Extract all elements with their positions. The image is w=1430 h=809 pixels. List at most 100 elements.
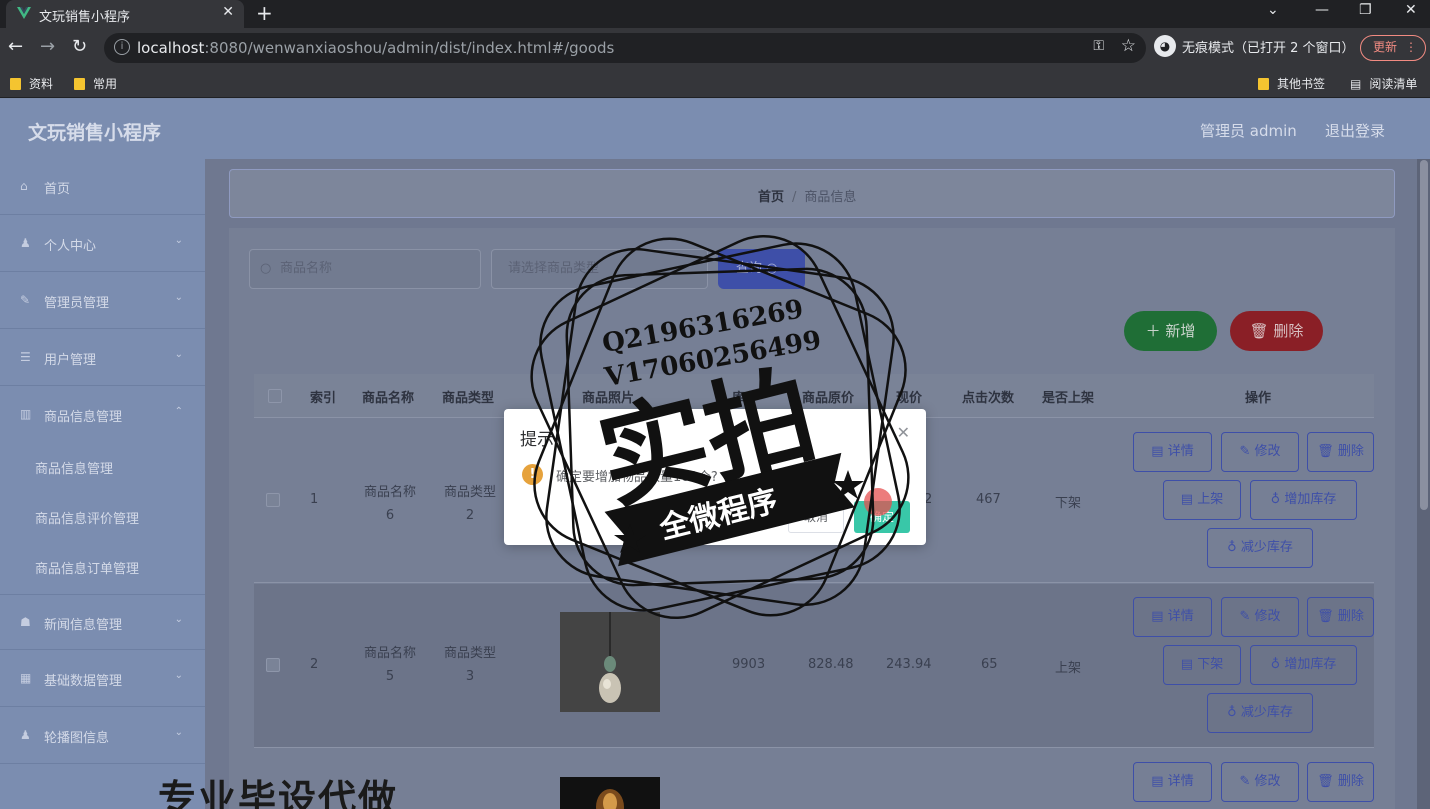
update-button[interactable]: 更新 ⋮ (1360, 35, 1426, 61)
edit-button[interactable]: ✎ 修改 (1221, 597, 1299, 637)
query-button[interactable]: 查询 ○ (718, 249, 805, 289)
sidebar-item-news[interactable]: ☗ 新闻信息管理 ⌄ (0, 594, 205, 650)
reduce-stock-button[interactable]: ♁ 减少库存 (1207, 528, 1313, 568)
product-photo[interactable] (560, 777, 660, 809)
detail-button[interactable]: ▤ 详情 (1133, 432, 1212, 472)
cell-type: 商品类型 2 (443, 485, 496, 523)
forward-icon[interactable]: → (40, 36, 55, 57)
type-select[interactable]: 请选择商品类型 (491, 249, 708, 289)
search-icon: ○ (766, 261, 778, 276)
back-icon[interactable]: ← (8, 36, 23, 57)
reading-list[interactable]: ▤ 阅读清单 (1350, 75, 1417, 92)
grid-icon: ▦ (20, 671, 32, 685)
sidebar-item-profile[interactable]: ♟ 个人中心 ⌄ (0, 216, 205, 272)
sidebar-item-home[interactable]: ⌂ 首页 (0, 159, 205, 215)
col-photo: 商品照片 (582, 391, 635, 406)
detail-button[interactable]: ▤ 详情 (1133, 762, 1212, 802)
bulb-icon: ♁ (1227, 705, 1237, 720)
warning-icon: ! (522, 464, 543, 485)
col-actions: 操作 (1245, 391, 1272, 406)
sidebar-item-admins[interactable]: ✎ 管理员管理 ⌄ (0, 273, 205, 329)
edit-icon: ✎ (1239, 609, 1251, 624)
add-button[interactable]: ＋ 新增 (1124, 311, 1217, 351)
window-close-icon[interactable]: ✕ (1405, 2, 1417, 18)
dialog-cancel-button[interactable]: 取消 (788, 501, 844, 533)
cell-stock: 9903 (732, 657, 766, 672)
row-checkbox[interactable] (266, 493, 280, 507)
document-icon: ▤ (1180, 492, 1194, 507)
chart-icon: ▥ (20, 407, 32, 421)
col-name: 商品名称 (362, 391, 415, 406)
detail-button[interactable]: ▤ 详情 (1133, 597, 1212, 637)
reduce-stock-button[interactable]: ♁ 减少库存 (1207, 693, 1313, 733)
maximize-icon[interactable]: ❐ (1359, 2, 1372, 18)
new-tab-icon[interactable]: + (256, 1, 273, 25)
toggle-shelf-button[interactable]: ▤ 下架 (1163, 645, 1241, 685)
edit-button[interactable]: ✎ 修改 (1221, 762, 1299, 802)
site-info-icon[interactable]: i (114, 39, 130, 55)
page-scrollbar-thumb[interactable] (1420, 160, 1428, 510)
search-name-input[interactable]: ○ 商品名称 (249, 249, 481, 289)
select-all-checkbox[interactable] (268, 389, 282, 403)
delete-button[interactable]: 🗑 删除 (1307, 597, 1374, 637)
edit-button[interactable]: ✎ 修改 (1221, 432, 1299, 472)
add-stock-button[interactable]: ♁ 增加库存 (1250, 645, 1357, 685)
folder-icon (1258, 78, 1269, 90)
document-icon: ▤ (1151, 774, 1164, 789)
breadcrumb-current: 商品信息 (804, 190, 857, 205)
dialog-message: 确定要增加物品数量100个? (556, 470, 718, 485)
sidebar-item-users[interactable]: ☰ 用户管理 ⌄ (0, 330, 205, 386)
batch-delete-button[interactable]: 🗑 删除 (1230, 311, 1323, 351)
list-icon: ☰ (20, 350, 31, 364)
bottom-banner-text: 专业毕设代做 (158, 777, 399, 809)
app-title: 文玩销售小程序 (28, 122, 162, 144)
sidebar-item-basedata[interactable]: ▦ 基础数据管理 ⌄ (0, 651, 205, 707)
search-icon: ○ (260, 261, 272, 276)
sidebar-item-carousel[interactable]: ♟ 轮播图信息 ⌄ (0, 708, 205, 764)
menu-dots-icon: ⋮ (1405, 40, 1417, 54)
password-key-icon[interactable]: ⚿ (1093, 38, 1104, 54)
browser-tab-bar: 文玩销售小程序 ✕ + ⌄ — ❐ ✕ (0, 0, 1430, 28)
url-bar[interactable]: i localhost:8080/wenwanxiaoshou/admin/di… (104, 33, 1146, 63)
document-icon: ▤ (1151, 609, 1164, 624)
col-stock: 库存 (732, 391, 759, 406)
product-photo[interactable] (560, 612, 660, 712)
row-checkbox[interactable] (266, 658, 280, 672)
bookmark-star-icon[interactable]: ☆ (1121, 36, 1136, 56)
bookmark-folder[interactable]: 常用 (74, 75, 117, 92)
sidebar-item-goods[interactable]: ▥ 商品信息管理 ⌃ (0, 387, 205, 443)
col-price: 现价 (896, 391, 923, 406)
dialog-close-icon[interactable]: ✕ (897, 423, 910, 442)
cell-price: 243.94 (886, 657, 932, 672)
delete-button[interactable]: 🗑 删除 (1307, 432, 1374, 472)
cell-clicks: 65 (981, 657, 998, 672)
browser-tab[interactable]: 文玩销售小程序 ✕ (6, 0, 244, 28)
tab-search-icon[interactable]: ⌄ (1267, 2, 1279, 18)
bookmark-folder[interactable]: 资料 (10, 75, 53, 92)
reload-icon[interactable]: ↻ (72, 36, 87, 57)
tab-title: 文玩销售小程序 (39, 10, 131, 25)
minimize-icon[interactable]: — (1315, 2, 1329, 18)
bulb-icon: ♁ (1270, 657, 1281, 672)
cell-index: 2 (310, 657, 319, 672)
add-stock-button[interactable]: ♁ 增加库存 (1250, 480, 1357, 520)
sidebar-subitem-reviews[interactable]: 商品信息评价管理 (35, 508, 139, 527)
bookmark-folder-other[interactable]: 其他书签 (1258, 75, 1325, 92)
bookmarks-bar: 资料 常用 其他书签 ▤ 阅读清单 (0, 68, 1430, 98)
incognito-indicator[interactable]: ◕ 无痕模式（已打开 2 个窗口） (1154, 35, 1355, 61)
chevron-down-icon: ⌄ (174, 235, 183, 246)
plus-icon: ＋ (1145, 322, 1161, 340)
sidebar-subitem-goods[interactable]: 商品信息管理 (35, 458, 113, 477)
delete-button[interactable]: 🗑 删除 (1307, 762, 1374, 802)
breadcrumb: 首页 / 商品信息 (758, 186, 856, 205)
sidebar-subitem-orders[interactable]: 商品信息订单管理 (35, 558, 139, 577)
url-host: localhost (137, 39, 205, 57)
tab-close-icon[interactable]: ✕ (222, 4, 234, 20)
cell-status: 下架 (1055, 496, 1082, 511)
user-icon: ♟ (20, 236, 31, 250)
user-icon: ♟ (20, 728, 31, 742)
breadcrumb-home[interactable]: 首页 (758, 190, 784, 205)
logout-link[interactable]: 退出登录 (1325, 120, 1385, 141)
app-header: 文玩销售小程序 管理员 admin 退出登录 (0, 99, 1430, 159)
toggle-shelf-button[interactable]: ▤ 上架 (1163, 480, 1241, 520)
